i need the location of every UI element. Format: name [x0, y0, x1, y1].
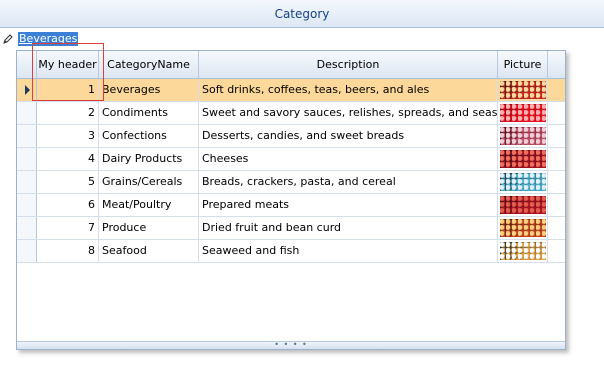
cell-description[interactable]: Seaweed and fish [199, 240, 498, 262]
cell-category-name[interactable]: Condiments [99, 102, 199, 124]
category-picture-thumbnail [500, 196, 546, 214]
row-indicator[interactable] [17, 217, 37, 239]
cell-category-name[interactable]: Beverages [99, 79, 199, 101]
table-row[interactable]: 6 Meat/Poultry Prepared meats [17, 194, 565, 217]
indicator-header [17, 51, 37, 78]
lookup-dropdown-popup: My header CategoryName Description Pictu… [16, 50, 566, 350]
row-indicator[interactable] [17, 148, 37, 170]
row-indicator[interactable] [17, 240, 37, 262]
category-picture-thumbnail [500, 219, 546, 237]
filter-edit-row[interactable]: Beverages [0, 29, 604, 49]
cell-category-name[interactable]: Dairy Products [99, 148, 199, 170]
cell-category-name[interactable]: Seafood [99, 240, 199, 262]
table-row[interactable]: 1 Beverages Soft drinks, coffees, teas, be… [17, 79, 565, 102]
category-picture-thumbnail [500, 150, 546, 168]
table-row[interactable]: 2 Condiments Sweet and savory sauces, reli… [17, 102, 565, 125]
cell-description[interactable]: Breads, crackers, pasta, and cereal [199, 171, 498, 193]
table-row[interactable]: 8 Seafood Seaweed and fish [17, 240, 565, 263]
header-description[interactable]: Description [199, 51, 498, 78]
cell-id[interactable]: 3 [37, 125, 99, 147]
category-picture-thumbnail [500, 81, 546, 99]
category-picture-thumbnail [500, 127, 546, 145]
cell-category-name[interactable]: Produce [99, 217, 199, 239]
cell-id[interactable]: 8 [37, 240, 99, 262]
category-picture-thumbnail [500, 104, 546, 122]
cell-description[interactable]: Prepared meats [199, 194, 498, 216]
row-indicator[interactable] [17, 102, 37, 124]
grid-header-row: My header CategoryName Description Pictu… [17, 51, 565, 79]
row-indicator[interactable] [17, 79, 37, 101]
category-column-header[interactable]: Category [0, 0, 604, 28]
table-row[interactable]: 4 Dairy Products Cheeses [17, 148, 565, 171]
popup-size-grip[interactable]: • • • • [17, 341, 565, 349]
current-row-arrow-icon [25, 85, 30, 95]
header-my-header[interactable]: My header [37, 51, 99, 78]
cell-id[interactable]: 4 [37, 148, 99, 170]
table-row[interactable]: 5 Grains/Cereals Breads, crackers, pasta, … [17, 171, 565, 194]
cell-id[interactable]: 7 [37, 217, 99, 239]
cell-description[interactable]: Dried fruit and bean curd [199, 217, 498, 239]
row-indicator[interactable] [17, 194, 37, 216]
category-picture-thumbnail [500, 242, 546, 260]
cell-category-name[interactable]: Meat/Poultry [99, 194, 199, 216]
cell-category-name[interactable]: Confections [99, 125, 199, 147]
table-row[interactable]: 7 Produce Dried fruit and bean curd [17, 217, 565, 240]
column-header-label: Category [274, 6, 330, 21]
cell-category-name[interactable]: Grains/Cereals [99, 171, 199, 193]
lookup-editor-text[interactable]: Beverages [18, 32, 79, 46]
category-picture-thumbnail [500, 173, 546, 191]
table-row[interactable]: 3 Confections Desserts, candies, and sweet… [17, 125, 565, 148]
row-indicator[interactable] [17, 125, 37, 147]
pencil-icon [3, 34, 13, 44]
cell-id[interactable]: 1 [37, 79, 99, 101]
header-picture[interactable]: Picture [498, 51, 548, 78]
cell-description[interactable]: Cheeses [199, 148, 498, 170]
row-indicator[interactable] [17, 171, 37, 193]
cell-description[interactable]: Sweet and savory sauces, relishes, sprea… [199, 102, 498, 124]
cell-id[interactable]: 6 [37, 194, 99, 216]
header-category-name[interactable]: CategoryName [99, 51, 199, 78]
cell-description[interactable]: Soft drinks, coffees, teas, beers, and a… [199, 79, 498, 101]
cell-id[interactable]: 2 [37, 102, 99, 124]
cell-id[interactable]: 5 [37, 171, 99, 193]
cell-description[interactable]: Desserts, candies, and sweet breads [199, 125, 498, 147]
